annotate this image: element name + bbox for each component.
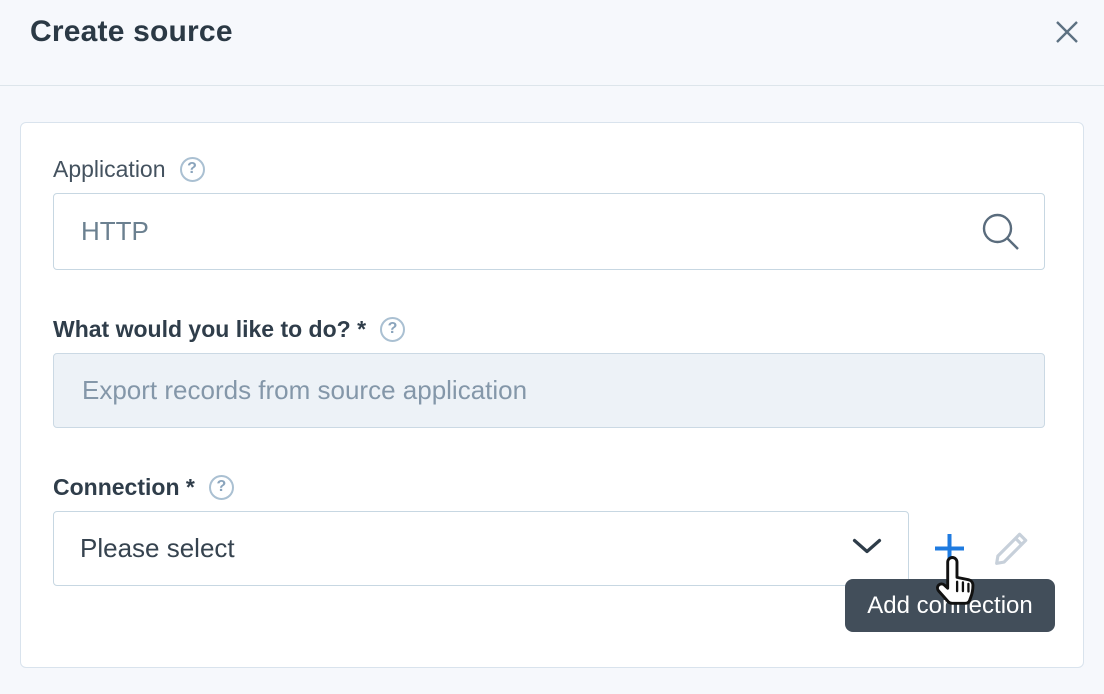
question-mark-glyph: ?	[216, 478, 227, 495]
question-mark-glyph: ?	[187, 160, 197, 177]
connection-select-value: Please select	[80, 533, 235, 563]
connection-help-icon[interactable]: ?	[208, 474, 234, 500]
connection-select[interactable]: Please select	[53, 511, 909, 586]
action-help-icon[interactable]: ?	[380, 316, 406, 342]
plus-icon	[933, 534, 966, 568]
action-field: What would you like to do? * ?	[53, 314, 1045, 428]
page-title: Create source	[30, 15, 233, 48]
edit-connection-button[interactable]	[990, 528, 1032, 570]
close-icon	[1052, 21, 1082, 50]
application-field: Application ?	[53, 154, 1045, 270]
action-input	[53, 353, 1045, 428]
connection-field: Connection * ? Please select	[53, 472, 1043, 586]
application-help-icon[interactable]: ?	[179, 156, 205, 182]
pencil-icon	[990, 532, 1032, 573]
dialog-header: Create source	[0, 0, 1104, 86]
connection-label: Connection *	[53, 473, 195, 500]
add-connection-tooltip: Add connection	[845, 579, 1055, 632]
application-label: Application	[53, 155, 166, 182]
action-label: What would you like to do? *	[53, 315, 367, 342]
question-mark-glyph: ?	[387, 320, 398, 337]
add-connection-button[interactable]	[933, 532, 966, 565]
chevron-down-icon	[852, 538, 882, 560]
close-button[interactable]	[1048, 13, 1086, 51]
search-icon[interactable]	[979, 210, 1023, 254]
application-input[interactable]	[53, 193, 1045, 270]
